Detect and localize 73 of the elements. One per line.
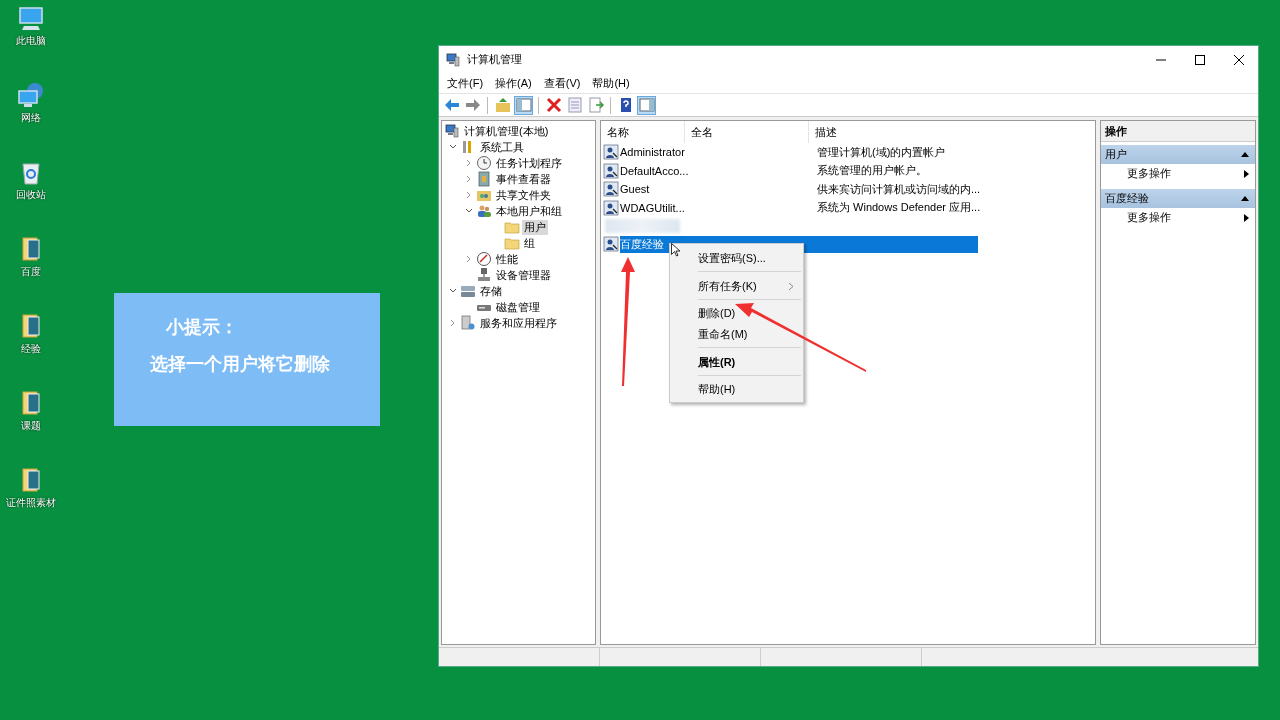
- actions-title: 操作: [1105, 123, 1127, 139]
- user-name[interactable]: Administrator: [620, 146, 685, 159]
- network-icon: [17, 81, 45, 109]
- action-item[interactable]: 更多操作: [1101, 208, 1255, 227]
- submenu-arrow-icon: [1244, 169, 1249, 178]
- submenu-arrow-icon: [1244, 213, 1249, 222]
- desktop-icon-label[interactable]: 此电脑: [16, 34, 46, 48]
- action-item[interactable]: 更多操作: [1101, 164, 1255, 183]
- clock-icon: [476, 155, 492, 171]
- user-name[interactable]: WDAGUtilit...: [620, 201, 685, 214]
- collapse-arrow-icon[interactable]: [1241, 152, 1249, 157]
- tree-item[interactable]: 磁盘管理: [494, 299, 542, 315]
- user-icon: [603, 181, 619, 198]
- computer-icon: [445, 51, 461, 68]
- tree-item[interactable]: 系统工具: [478, 139, 526, 155]
- user-icon: [603, 162, 619, 179]
- maximize-icon[interactable]: [1194, 54, 1205, 65]
- menu-item[interactable]: 帮助(H): [586, 75, 636, 91]
- user-name[interactable]: DefaultAcco...: [620, 164, 689, 177]
- close-icon[interactable]: [1233, 54, 1244, 65]
- user-icon: [603, 199, 619, 216]
- tree-item[interactable]: 共享文件夹: [494, 187, 553, 203]
- tree-item[interactable]: 本地用户和组: [494, 203, 564, 219]
- monitor-icon: [17, 4, 45, 32]
- column-header[interactable]: 全名: [685, 121, 809, 143]
- menu-item[interactable]: 操作(A): [489, 75, 538, 91]
- tree-item[interactable]: 计算机管理(本地): [462, 123, 551, 139]
- tree-item[interactable]: 存储: [478, 283, 504, 299]
- desktop-icon-label[interactable]: 回收站: [16, 188, 46, 202]
- user-icon: [603, 144, 619, 161]
- tree-item[interactable]: 组: [522, 235, 537, 251]
- computer-icon: [444, 123, 460, 139]
- storage-icon: [460, 283, 476, 299]
- desktop-icon-label[interactable]: 百度: [21, 265, 41, 279]
- menu-item[interactable]: 帮助(H): [670, 379, 803, 399]
- collapse-arrow-icon[interactable]: [1241, 196, 1249, 201]
- tree-item[interactable]: 服务和应用程序: [478, 315, 559, 331]
- menu-item[interactable]: 文件(F): [441, 75, 490, 91]
- export-button[interactable]: [586, 95, 605, 115]
- tree-item[interactable]: 任务计划程序: [494, 155, 564, 171]
- tree-item[interactable]: 事件查看器: [494, 171, 553, 187]
- tip-title: 小提示：: [166, 316, 239, 339]
- folder-icon: [504, 219, 520, 235]
- menu-item[interactable]: 查看(V): [537, 75, 587, 91]
- desktop-icon-label[interactable]: 经验: [21, 342, 41, 356]
- up-folder-button[interactable]: [493, 95, 512, 115]
- tree-item[interactable]: 性能: [494, 251, 520, 267]
- pane-button[interactable]: [514, 95, 533, 115]
- desktop-icon-label[interactable]: 网络: [21, 111, 41, 125]
- desktop-icon-label[interactable]: 证件照素材: [6, 496, 56, 510]
- desktop-icon-label[interactable]: 课题: [21, 419, 41, 433]
- menu-item[interactable]: 删除(D): [670, 303, 803, 323]
- user-name[interactable]: 百度经验: [620, 236, 664, 252]
- user-description: 管理计算机(域)的内置帐户: [816, 144, 947, 160]
- tree-item[interactable]: 设备管理器: [494, 267, 553, 283]
- users-icon: [476, 203, 492, 219]
- action-section-header[interactable]: 用户: [1101, 145, 1255, 164]
- tree-item[interactable]: 用户: [522, 219, 548, 235]
- user-description: 供来宾访问计算机或访问域的内...: [816, 181, 978, 197]
- user-name[interactable]: Guest: [620, 183, 650, 196]
- mouse-cursor-icon: [671, 243, 680, 257]
- window-title: 计算机管理: [467, 52, 523, 67]
- action-section-header[interactable]: 百度经验: [1101, 189, 1255, 208]
- delete-button[interactable]: [544, 95, 563, 115]
- column-header[interactable]: 名称: [601, 121, 685, 143]
- folder-icon: [504, 235, 520, 251]
- device-icon: [476, 267, 492, 283]
- event-viewer-icon: [476, 171, 492, 187]
- column-header[interactable]: 描述: [809, 121, 976, 143]
- user-icon: [603, 236, 619, 252]
- user-description: 系统为 Windows Defender 应用...: [816, 200, 978, 216]
- tip-text: 选择一个用户将它删除: [150, 353, 331, 376]
- user-description: 系统管理的用户帐户。: [816, 163, 928, 179]
